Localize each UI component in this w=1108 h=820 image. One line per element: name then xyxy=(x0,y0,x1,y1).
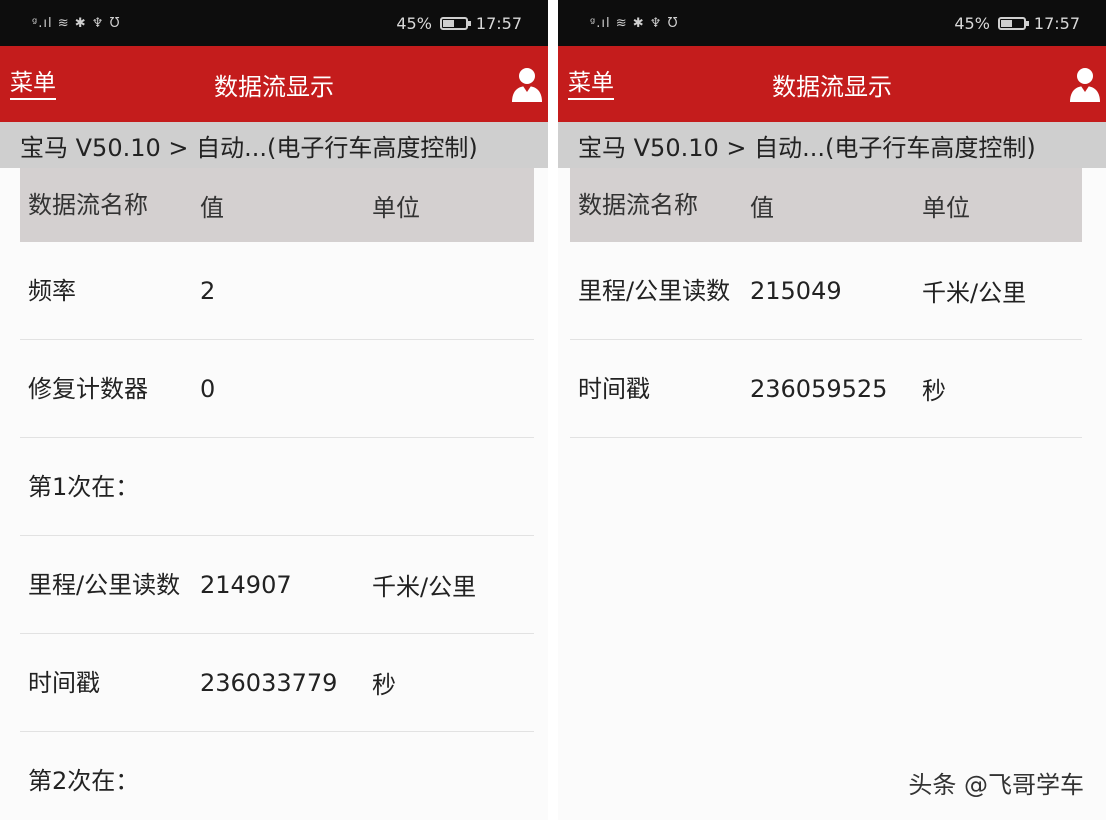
status-icons: ᵍ.ıl ≋ ✱ ♆ Ʊ xyxy=(590,15,679,31)
row-unit: 秒 xyxy=(372,671,396,699)
row-unit: 千米/公里 xyxy=(372,573,477,601)
table-row[interactable]: 里程/公里读数 214907 千米/公里 xyxy=(20,536,534,634)
row-name: 时间戳 xyxy=(28,668,100,697)
row-name: 里程/公里读数 xyxy=(28,570,181,599)
breadcrumb: 宝马 V50.10 > 自动...(电子行车高度控制) xyxy=(0,122,548,168)
header-name: 数据流名称 xyxy=(28,191,148,219)
header-value: 值 xyxy=(750,193,774,222)
status-icons: ᵍ.ıl ≋ ✱ ♆ Ʊ xyxy=(32,15,121,31)
battery-icon xyxy=(439,16,471,30)
breadcrumb: 宝马 V50.10 > 自动...(电子行车高度控制) xyxy=(558,122,1106,168)
row-name: 时间戳 xyxy=(578,374,650,403)
row-value: 2 xyxy=(200,276,216,305)
phone-screen-right: ᵍ.ıl ≋ ✱ ♆ Ʊ 45% 17:57 菜单 数据流显示 宝马 V50.1… xyxy=(558,0,1106,820)
table-row[interactable]: 频率 2 xyxy=(20,242,534,340)
table-row[interactable]: 修复计数器 0 xyxy=(20,340,534,438)
data-stream-table: 数据流名称 值 单位 频率 2 修复计数器 0 第1次在： 里程/公里读数 21… xyxy=(20,168,534,820)
watermark: 头条 @飞哥学车 xyxy=(908,771,1084,799)
table-header: 数据流名称 值 单位 xyxy=(20,168,534,242)
clock: 17:57 xyxy=(475,13,522,33)
battery-percent: 45% xyxy=(954,13,990,33)
table-row[interactable]: 时间戳 236059525 秒 xyxy=(570,340,1082,438)
row-value: 214907 xyxy=(200,570,292,599)
table-header: 数据流名称 值 单位 xyxy=(570,168,1082,242)
menu-button[interactable]: 菜单 xyxy=(568,70,614,100)
page-title: 数据流显示 xyxy=(772,72,892,101)
row-unit: 千米/公里 xyxy=(922,279,1027,307)
header-value: 值 xyxy=(200,193,224,222)
header-name: 数据流名称 xyxy=(578,191,698,219)
status-bar: ᵍ.ıl ≋ ✱ ♆ Ʊ 45% 17:57 xyxy=(558,0,1106,46)
row-name: 修复计数器 xyxy=(28,374,148,403)
data-stream-table: 数据流名称 值 单位 里程/公里读数 215049 千米/公里 时间戳 2360… xyxy=(570,168,1082,438)
page-title: 数据流显示 xyxy=(214,72,334,101)
status-bar: ᵍ.ıl ≋ ✱ ♆ Ʊ 45% 17:57 xyxy=(0,0,548,46)
phone-screen-left: ᵍ.ıl ≋ ✱ ♆ Ʊ 45% 17:57 菜单 数据流显示 宝马 V50.1… xyxy=(0,0,548,820)
row-name: 里程/公里读数 xyxy=(578,276,731,305)
divider xyxy=(548,0,558,820)
battery-percent: 45% xyxy=(396,13,432,33)
app-bar: 菜单 数据流显示 xyxy=(0,46,548,122)
row-name: 频率 xyxy=(28,276,76,305)
header-unit: 单位 xyxy=(922,193,970,222)
row-value: 215049 xyxy=(750,276,842,305)
row-value: 236059525 xyxy=(750,374,888,403)
battery-icon xyxy=(997,16,1029,30)
user-icon[interactable] xyxy=(510,66,544,102)
table-row[interactable]: 第2次在： xyxy=(20,732,534,820)
table-row[interactable]: 第1次在： xyxy=(20,438,534,536)
section-label: 第1次在： xyxy=(28,472,140,501)
menu-button[interactable]: 菜单 xyxy=(10,70,56,100)
table-row[interactable]: 里程/公里读数 215049 千米/公里 xyxy=(570,242,1082,340)
user-icon[interactable] xyxy=(1068,66,1102,102)
row-unit: 秒 xyxy=(922,377,946,405)
row-value: 236033779 xyxy=(200,668,338,697)
header-unit: 单位 xyxy=(372,193,420,222)
table-row[interactable]: 时间戳 236033779 秒 xyxy=(20,634,534,732)
row-value: 0 xyxy=(200,374,216,403)
app-bar: 菜单 数据流显示 xyxy=(558,46,1106,122)
clock: 17:57 xyxy=(1033,13,1080,33)
section-label: 第2次在： xyxy=(28,767,140,795)
